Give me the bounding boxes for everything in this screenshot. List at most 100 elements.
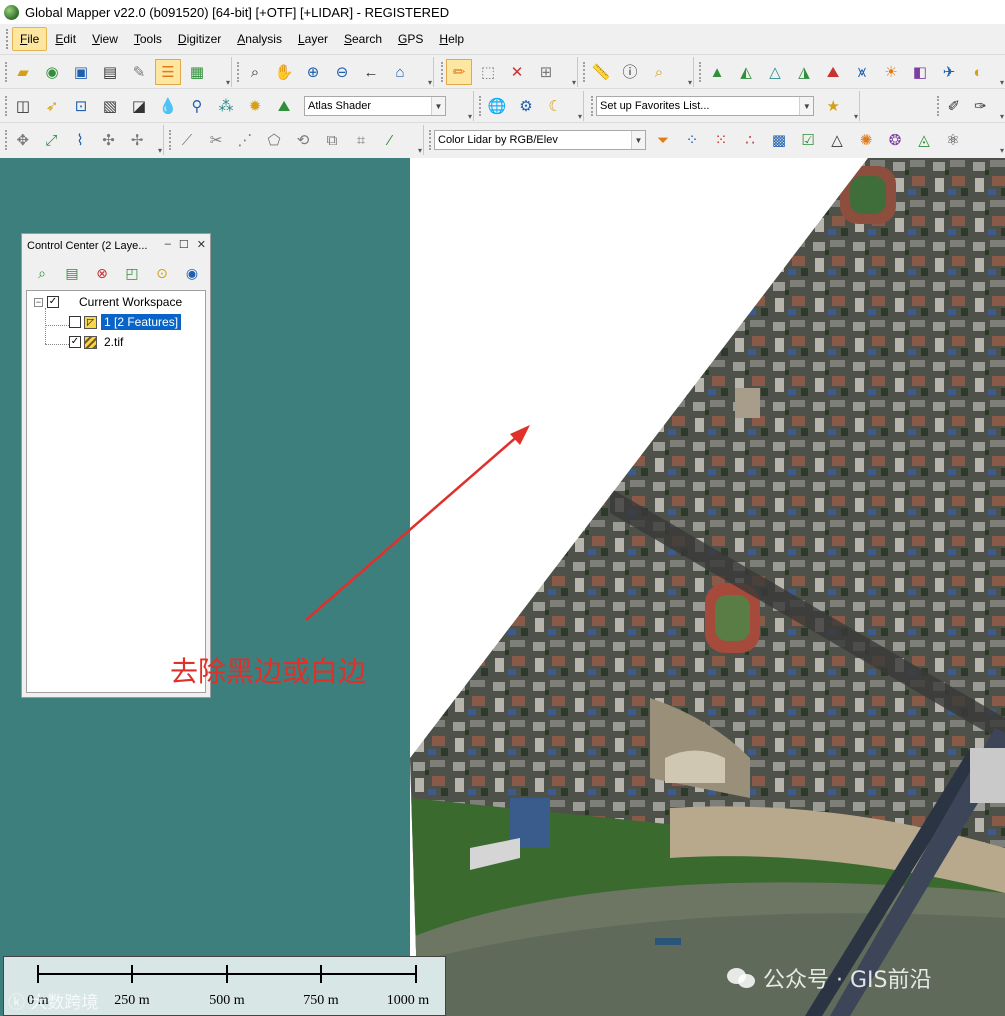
move-icon[interactable]: ✥ bbox=[10, 127, 36, 153]
lidar-network-icon[interactable]: ⚛ bbox=[940, 127, 966, 153]
lidar-query-icon[interactable]: ∴ bbox=[737, 127, 763, 153]
draw-line-icon[interactable]: ✑ bbox=[969, 93, 993, 119]
sun-shade-icon[interactable]: ☀ bbox=[878, 59, 904, 85]
overview-map-icon[interactable]: ▦ bbox=[184, 59, 210, 85]
lidar-classify-icon[interactable]: ⁙ bbox=[708, 127, 734, 153]
pan-hand-icon[interactable]: ✋ bbox=[271, 59, 297, 85]
layer-search-icon[interactable]: ⌕ bbox=[30, 261, 54, 285]
layer-2-label[interactable]: 2.tif bbox=[101, 334, 126, 350]
rotate-icon[interactable]: ⟲ bbox=[290, 127, 316, 153]
polygon-edit-icon[interactable]: ⬠ bbox=[261, 127, 287, 153]
wrench-icon[interactable]: ✎ bbox=[126, 59, 152, 85]
menu-analysis[interactable]: Analysis bbox=[229, 27, 290, 51]
view-shed-icon[interactable]: △ bbox=[762, 59, 788, 85]
map-layout-icon[interactable]: ▤ bbox=[97, 59, 123, 85]
menu-search[interactable]: Search bbox=[336, 27, 390, 51]
slope-icon[interactable]: ◪ bbox=[126, 93, 152, 119]
maximize-icon[interactable]: ☐ bbox=[179, 238, 189, 251]
night-mode-icon[interactable]: ☾ bbox=[542, 93, 568, 119]
terrain-icon[interactable]: ▲ bbox=[704, 59, 730, 85]
layer-options-icon[interactable]: ◰ bbox=[120, 261, 144, 285]
show-layer-eye-icon[interactable]: ◉ bbox=[180, 261, 204, 285]
split-view-icon[interactable]: ◫ bbox=[10, 93, 36, 119]
delete-x-icon[interactable]: ✕ bbox=[504, 59, 530, 85]
collapse-icon[interactable]: − bbox=[34, 297, 43, 307]
layer-1-label[interactable]: 1 [2 Features] bbox=[101, 314, 182, 330]
water-level-icon[interactable]: ⚲ bbox=[184, 93, 210, 119]
menu-edit[interactable]: Edit bbox=[47, 27, 84, 51]
profile-icon[interactable]: ⛰ bbox=[820, 59, 846, 85]
line-icon[interactable]: ⟋ bbox=[174, 127, 200, 153]
favorites-select[interactable]: Set up Favorites List... ▼ bbox=[596, 96, 815, 116]
shader-select[interactable]: Atlas Shader ▼ bbox=[304, 96, 446, 116]
layer-properties-icon[interactable]: ▤ bbox=[60, 261, 84, 285]
watershed-icon[interactable]: ⩙ bbox=[849, 59, 875, 85]
sun-terrain-icon[interactable]: ✹ bbox=[242, 93, 268, 119]
control-center-icon[interactable]: ☰ bbox=[155, 59, 181, 85]
volume-icon[interactable]: ◮ bbox=[791, 59, 817, 85]
menu-help[interactable]: Help bbox=[431, 27, 472, 51]
tree-item-workspace[interactable]: − ✓ Current Workspace bbox=[34, 293, 185, 311]
menu-layer[interactable]: Layer bbox=[290, 27, 336, 51]
split-line-icon[interactable]: ✂ bbox=[203, 127, 229, 153]
zoom-box-icon[interactable]: ⌕ bbox=[242, 59, 268, 85]
save-icon[interactable]: ▣ bbox=[68, 59, 94, 85]
mountain-icon[interactable]: ⛰ bbox=[271, 93, 297, 119]
close-layer-icon[interactable]: ⊗ bbox=[90, 261, 114, 285]
lidar-grid-icon[interactable]: ▩ bbox=[766, 127, 792, 153]
menu-tools[interactable]: Tools bbox=[126, 27, 170, 51]
star-favorite-icon[interactable]: ★ bbox=[820, 93, 846, 119]
palette-icon[interactable]: ✺ bbox=[853, 127, 879, 153]
layer-2-checkbox[interactable]: ✓ bbox=[69, 336, 81, 348]
menu-view[interactable]: View bbox=[84, 27, 126, 51]
select-rect-icon[interactable]: ⬚ bbox=[475, 59, 501, 85]
layer-1-checkbox[interactable] bbox=[69, 316, 81, 328]
tree-item-layer-2[interactable]: ✓ 2.tif bbox=[69, 333, 126, 351]
menu-digitizer[interactable]: Digitizer bbox=[170, 27, 229, 51]
gear-icon[interactable]: ⚙ bbox=[513, 93, 539, 119]
tree-item-layer-1[interactable]: ◸ 1 [2 Features] bbox=[69, 313, 182, 331]
control-center-header[interactable]: Control Center (2 Laye... – ☐ ✕ bbox=[22, 234, 210, 258]
home-icon[interactable]: ⌂ bbox=[387, 59, 413, 85]
map-workspace[interactable]: Control Center (2 Laye... – ☐ ✕ ⌕ ▤ ⊗ ◰ … bbox=[0, 158, 1005, 1016]
elevation-grid-icon[interactable]: ◧ bbox=[907, 59, 933, 85]
path-tool-icon[interactable]: ➶ bbox=[39, 93, 65, 119]
chevron-down-icon[interactable]: ▼ bbox=[431, 97, 445, 115]
connect-icon[interactable]: ⋰ bbox=[232, 127, 258, 153]
web-globe-icon[interactable]: 🌐 bbox=[484, 93, 510, 119]
measure-ruler-icon[interactable]: 📏 bbox=[588, 59, 614, 85]
menu-grip[interactable] bbox=[6, 29, 10, 49]
globe-data-icon[interactable]: ◉ bbox=[39, 59, 65, 85]
open-folder-icon[interactable]: ▰ bbox=[10, 59, 36, 85]
move-vertex-icon[interactable]: ✣ bbox=[96, 127, 122, 153]
lidar-edit-icon[interactable]: ☑ bbox=[795, 127, 821, 153]
info-icon[interactable]: ⓘ bbox=[617, 59, 643, 85]
scale-feature-icon[interactable]: ⤢ bbox=[39, 127, 65, 153]
search-doc-icon[interactable]: ⌕ bbox=[646, 59, 672, 85]
zoom-in-icon[interactable]: ⊕ bbox=[300, 59, 326, 85]
workspace-checkbox[interactable]: ✓ bbox=[47, 296, 59, 308]
chevron-down-icon[interactable]: ▼ bbox=[631, 131, 645, 149]
color-wheel-icon[interactable]: ❂ bbox=[882, 127, 908, 153]
chevron-down-icon[interactable]: ▼ bbox=[799, 97, 814, 115]
water-drop-icon[interactable]: 💧 bbox=[155, 93, 181, 119]
edit-feature-icon[interactable]: ⊞ bbox=[533, 59, 559, 85]
digitizer-pencil-icon[interactable]: ✏ bbox=[446, 59, 472, 85]
lidar-search-icon[interactable]: ⁘ bbox=[679, 127, 705, 153]
zoom-out-icon[interactable]: ⊖ bbox=[329, 59, 355, 85]
lidar-terrain-icon[interactable]: ◬ bbox=[911, 127, 937, 153]
lidar-color-select[interactable]: Color Lidar by RGB/Elev ▼ bbox=[434, 130, 646, 150]
triangle-icon[interactable]: △ bbox=[824, 127, 850, 153]
copy-feature-icon[interactable]: ⧉ bbox=[319, 127, 345, 153]
crop-view-icon[interactable]: ⊡ bbox=[68, 93, 94, 119]
map-canvas[interactable] bbox=[410, 158, 1005, 1016]
minimize-icon[interactable]: – bbox=[165, 238, 171, 251]
lidar-points-icon[interactable]: ⁂ bbox=[213, 93, 239, 119]
map-3d-icon[interactable]: ◐ bbox=[965, 59, 991, 85]
menu-file[interactable]: File bbox=[12, 27, 48, 51]
flyover-plane-icon[interactable]: ✈ bbox=[936, 59, 962, 85]
brush-icon[interactable]: ✐ bbox=[942, 93, 966, 119]
ruler-edit-icon[interactable]: ⁄ bbox=[377, 127, 403, 153]
back-arrow-icon[interactable]: ← bbox=[358, 59, 384, 85]
view-3d-icon[interactable]: ▧ bbox=[97, 93, 123, 119]
